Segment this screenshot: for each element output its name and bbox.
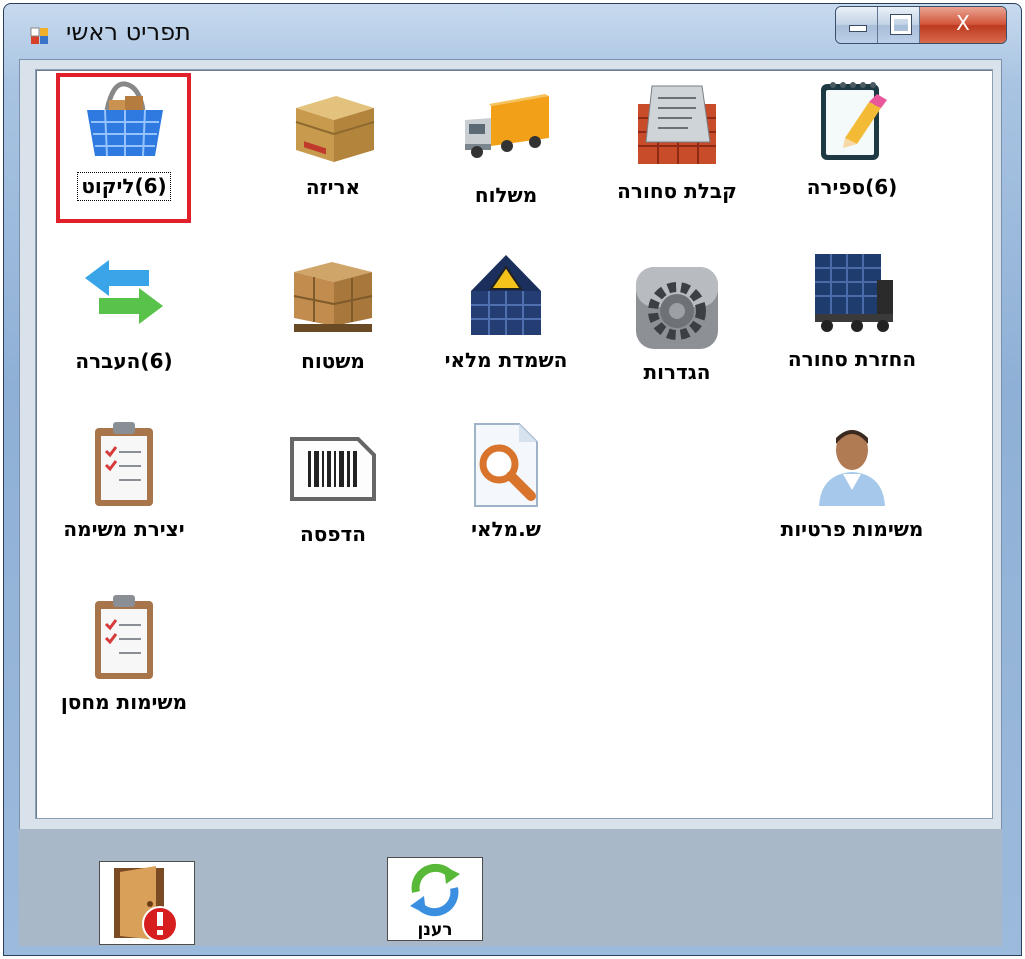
clipboard-icon xyxy=(79,593,169,683)
menu-item-stock-query[interactable]: ש.מלאי xyxy=(431,420,581,543)
box-icon xyxy=(288,78,378,168)
pallet-receiving-icon xyxy=(632,82,722,172)
maximize-button[interactable] xyxy=(878,7,920,43)
menu-item-label: משלוח xyxy=(474,183,538,207)
app-icon xyxy=(30,27,48,44)
refresh-button[interactable]: רענן xyxy=(387,857,483,941)
maximize-icon xyxy=(891,15,911,34)
barcode-icon xyxy=(288,425,378,515)
clipboard-icon xyxy=(79,420,169,510)
menu-item-label: משימות מחסן xyxy=(60,690,188,714)
exit-button[interactable] xyxy=(99,861,195,945)
minimize-button[interactable] xyxy=(836,7,878,43)
title-bar[interactable]: תפריט ראשי X xyxy=(4,4,1021,62)
menu-item-picking[interactable]: (6)ליקוט xyxy=(49,76,199,201)
menu-item-label: יצירת משימה xyxy=(63,517,185,541)
menu-item-label: ש.מלאי xyxy=(471,517,541,541)
menu-item-private-tasks[interactable]: משימות פרטיות xyxy=(777,420,927,543)
footer-bar: רענן xyxy=(19,829,1002,946)
menu-item-stock-destruction[interactable]: השמדת מלאי xyxy=(431,251,581,374)
menu-item-label: הגדרות xyxy=(643,360,711,384)
container-truck-icon xyxy=(807,250,897,340)
menu-item-shipping[interactable]: משלוח xyxy=(431,86,581,209)
refresh-icon xyxy=(410,863,460,917)
refresh-label: רענן xyxy=(417,920,453,940)
transfer-arrows-icon xyxy=(79,252,169,342)
client-area: (6)ספירה קבלת סחורה משלוח אריזה (6)ליקוט… xyxy=(19,59,1002,946)
menu-item-label: משטוח xyxy=(301,349,365,373)
window-title: תפריט ראשי xyxy=(66,18,191,46)
close-button[interactable]: X xyxy=(920,7,1006,43)
search-document-icon xyxy=(461,420,551,510)
gear-icon xyxy=(632,263,722,353)
menu-item-label: החזרת סחורה xyxy=(787,347,917,371)
window-controls: X xyxy=(835,6,1007,44)
menu-item-settings[interactable]: הגדרות xyxy=(602,263,752,386)
menu-item-label: (6)ספירה xyxy=(806,175,898,199)
person-icon xyxy=(807,420,897,510)
menu-item-label: הדפסה xyxy=(300,522,366,546)
menu-item-palletize[interactable]: משטוח xyxy=(258,252,408,375)
menu-item-print[interactable]: הדפסה xyxy=(258,425,408,548)
exit-door-icon xyxy=(114,866,178,942)
menu-item-label: משימות פרטיות xyxy=(780,517,924,541)
basket-icon xyxy=(79,76,169,166)
menu-item-create-task[interactable]: יצירת משימה xyxy=(49,420,199,543)
menu-item-warehouse-tasks[interactable]: משימות מחסן xyxy=(49,593,199,716)
menu-item-receive-goods[interactable]: קבלת סחורה xyxy=(602,82,752,205)
menu-item-transfer[interactable]: (6)העברה xyxy=(49,252,199,375)
menu-item-label: קבלת סחורה xyxy=(617,179,737,203)
menu-item-packing[interactable]: אריזה xyxy=(258,78,408,201)
pallet-boxes-icon xyxy=(288,252,378,342)
hazard-container-icon xyxy=(461,251,551,341)
notepad-icon xyxy=(807,78,897,168)
truck-icon xyxy=(461,86,551,176)
menu-item-count[interactable]: (6)ספירה xyxy=(777,78,927,201)
menu-item-label: (6)העברה xyxy=(75,349,173,373)
menu-item-label: אריזה xyxy=(305,175,361,199)
main-menu-window: תפריט ראשי X (6)ספירה קבלת סחורה משלוח א… xyxy=(3,3,1022,956)
minimize-icon xyxy=(849,25,867,32)
close-icon: X xyxy=(956,11,970,35)
menu-panel: (6)ספירה קבלת סחורה משלוח אריזה (6)ליקוט… xyxy=(35,69,993,819)
menu-item-label: השמדת מלאי xyxy=(444,348,568,372)
menu-item-label: (6)ליקוט xyxy=(77,172,171,201)
menu-item-return-goods[interactable]: החזרת סחורה xyxy=(777,250,927,373)
